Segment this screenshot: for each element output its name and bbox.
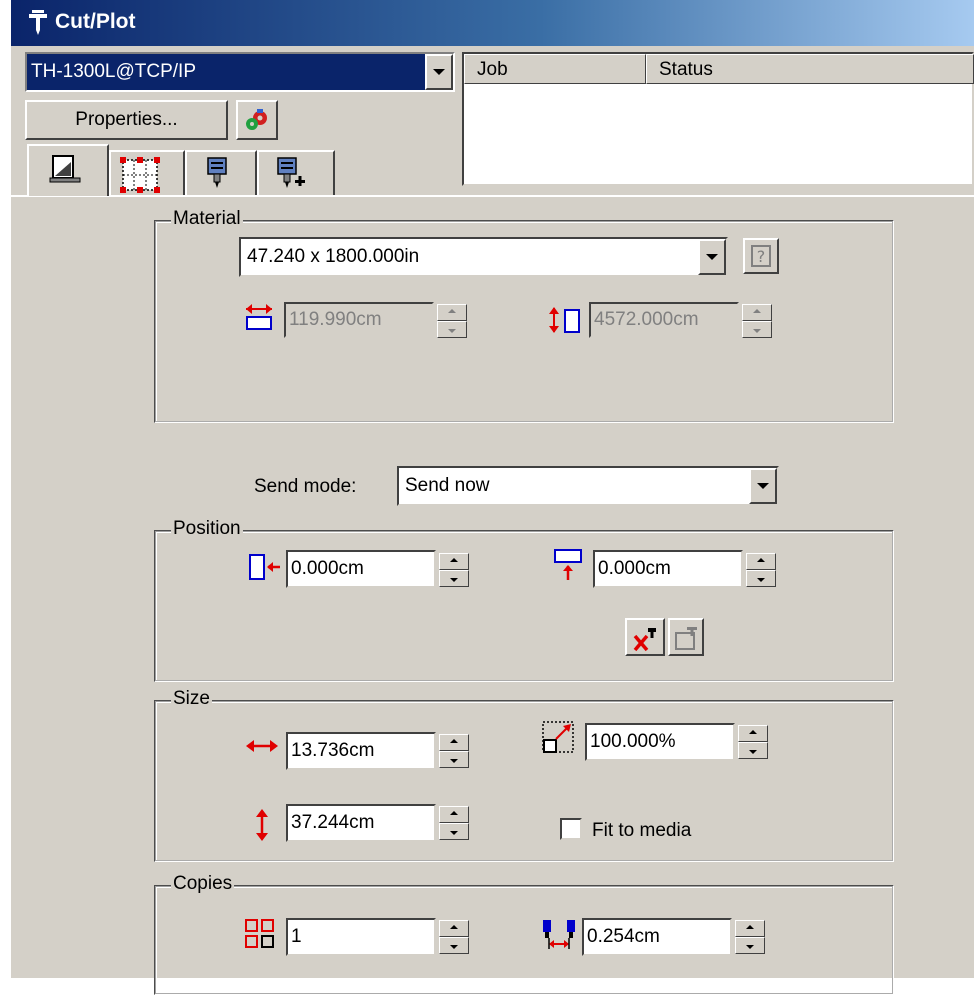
tab-page-setup[interactable] xyxy=(27,144,109,196)
cutter-tool-icon xyxy=(207,157,227,188)
tab-layout[interactable] xyxy=(109,150,185,196)
copies-spacing-icon xyxy=(543,920,575,949)
copies-count-spinner[interactable] xyxy=(439,920,469,954)
device-dropdown[interactable]: TH-1300L@TCP/IP xyxy=(25,52,455,92)
device-dropdown-arrow[interactable] xyxy=(425,54,453,90)
send-mode-value: Send now xyxy=(405,475,490,496)
size-width-spinner[interactable] xyxy=(439,734,469,768)
svg-text:?: ? xyxy=(757,247,766,266)
size-height-icon xyxy=(256,809,268,841)
position-y-spinner[interactable] xyxy=(746,553,776,587)
copies-count-value: 1 xyxy=(291,926,302,947)
position-legend: Position xyxy=(171,518,243,540)
tab-cutter-add[interactable] xyxy=(257,150,335,196)
reset-origin-button[interactable] xyxy=(625,618,665,656)
fit-to-media-label[interactable]: Fit to media xyxy=(592,820,691,842)
scale-icon xyxy=(542,721,574,753)
properties-button[interactable]: Properties... xyxy=(25,100,228,140)
position-y-icon xyxy=(554,549,582,580)
job-list[interactable]: Job Status xyxy=(462,52,974,186)
status-column-header[interactable]: Status xyxy=(646,54,974,84)
material-legend: Material xyxy=(171,208,243,230)
title-bar xyxy=(11,0,974,46)
size-legend: Size xyxy=(171,688,212,710)
properties-button-label: Properties... xyxy=(75,109,178,130)
size-height-field[interactable]: 37.244cm xyxy=(286,804,436,842)
position-x-value: 0.000cm xyxy=(291,558,364,579)
fit-to-media-checkbox[interactable] xyxy=(560,818,582,840)
scale-value: 100.000% xyxy=(590,731,676,752)
scale-field[interactable]: 100.000% xyxy=(585,723,735,761)
copies-spacing-field[interactable]: 0.254cm xyxy=(582,918,732,956)
position-x-icon xyxy=(249,554,280,580)
copies-count-field[interactable]: 1 xyxy=(286,918,436,956)
material-dropdown[interactable]: 47.240 x 1800.000in xyxy=(239,237,728,277)
size-width-field[interactable]: 13.736cm xyxy=(286,732,436,770)
send-mode-label: Send mode: xyxy=(254,476,357,497)
position-x-spinner[interactable] xyxy=(439,553,469,587)
set-origin-button xyxy=(668,618,704,656)
size-height-spinner[interactable] xyxy=(439,806,469,840)
tab-cutter[interactable] xyxy=(185,150,257,196)
origin-corner-icon xyxy=(675,627,697,650)
material-help-button: ? xyxy=(743,238,779,274)
material-dropdown-arrow[interactable] xyxy=(698,239,726,275)
job-column-header[interactable]: Job xyxy=(464,54,646,84)
gears-icon xyxy=(246,109,267,130)
knife-icon xyxy=(27,8,49,36)
material-length-value: 4572.000cm xyxy=(594,309,699,330)
size-width-icon xyxy=(246,740,278,752)
help-icon: ? xyxy=(751,245,771,267)
window-title: Cut/Plot xyxy=(55,10,136,33)
position-y-value: 0.000cm xyxy=(598,558,671,579)
position-x-field[interactable]: 0.000cm xyxy=(286,550,436,588)
copies-icon xyxy=(245,919,274,948)
material-width-field: 119.990cm xyxy=(284,302,434,338)
material-length-icon xyxy=(549,307,580,333)
size-width-value: 13.736cm xyxy=(291,740,375,761)
material-width-spinner xyxy=(437,304,467,338)
tab-body-border xyxy=(11,195,974,197)
send-mode-dropdown[interactable]: Send now xyxy=(397,466,779,506)
send-mode-arrow[interactable] xyxy=(749,468,777,504)
material-length-spinner xyxy=(742,304,772,338)
scale-spinner[interactable] xyxy=(738,725,768,759)
material-dropdown-value: 47.240 x 1800.000in xyxy=(247,246,420,267)
material-width-value: 119.990cm xyxy=(289,309,382,330)
settings-gears-button[interactable] xyxy=(236,100,278,140)
copies-spacing-value: 0.254cm xyxy=(587,926,660,947)
copies-legend: Copies xyxy=(171,873,235,895)
material-width-icon xyxy=(246,304,272,330)
job-column-label: Job xyxy=(477,59,508,80)
page-setup-icon xyxy=(49,155,81,183)
clear-origin-icon xyxy=(633,628,656,652)
position-y-field[interactable]: 0.000cm xyxy=(593,550,743,588)
device-dropdown-value: TH-1300L@TCP/IP xyxy=(31,61,197,82)
cutter-tool-add-icon xyxy=(277,157,305,188)
material-length-field: 4572.000cm xyxy=(589,302,739,338)
size-height-value: 37.244cm xyxy=(291,812,375,833)
layout-grid-icon xyxy=(120,157,160,193)
copies-spacing-spinner[interactable] xyxy=(735,920,765,954)
status-column-label: Status xyxy=(659,59,713,80)
